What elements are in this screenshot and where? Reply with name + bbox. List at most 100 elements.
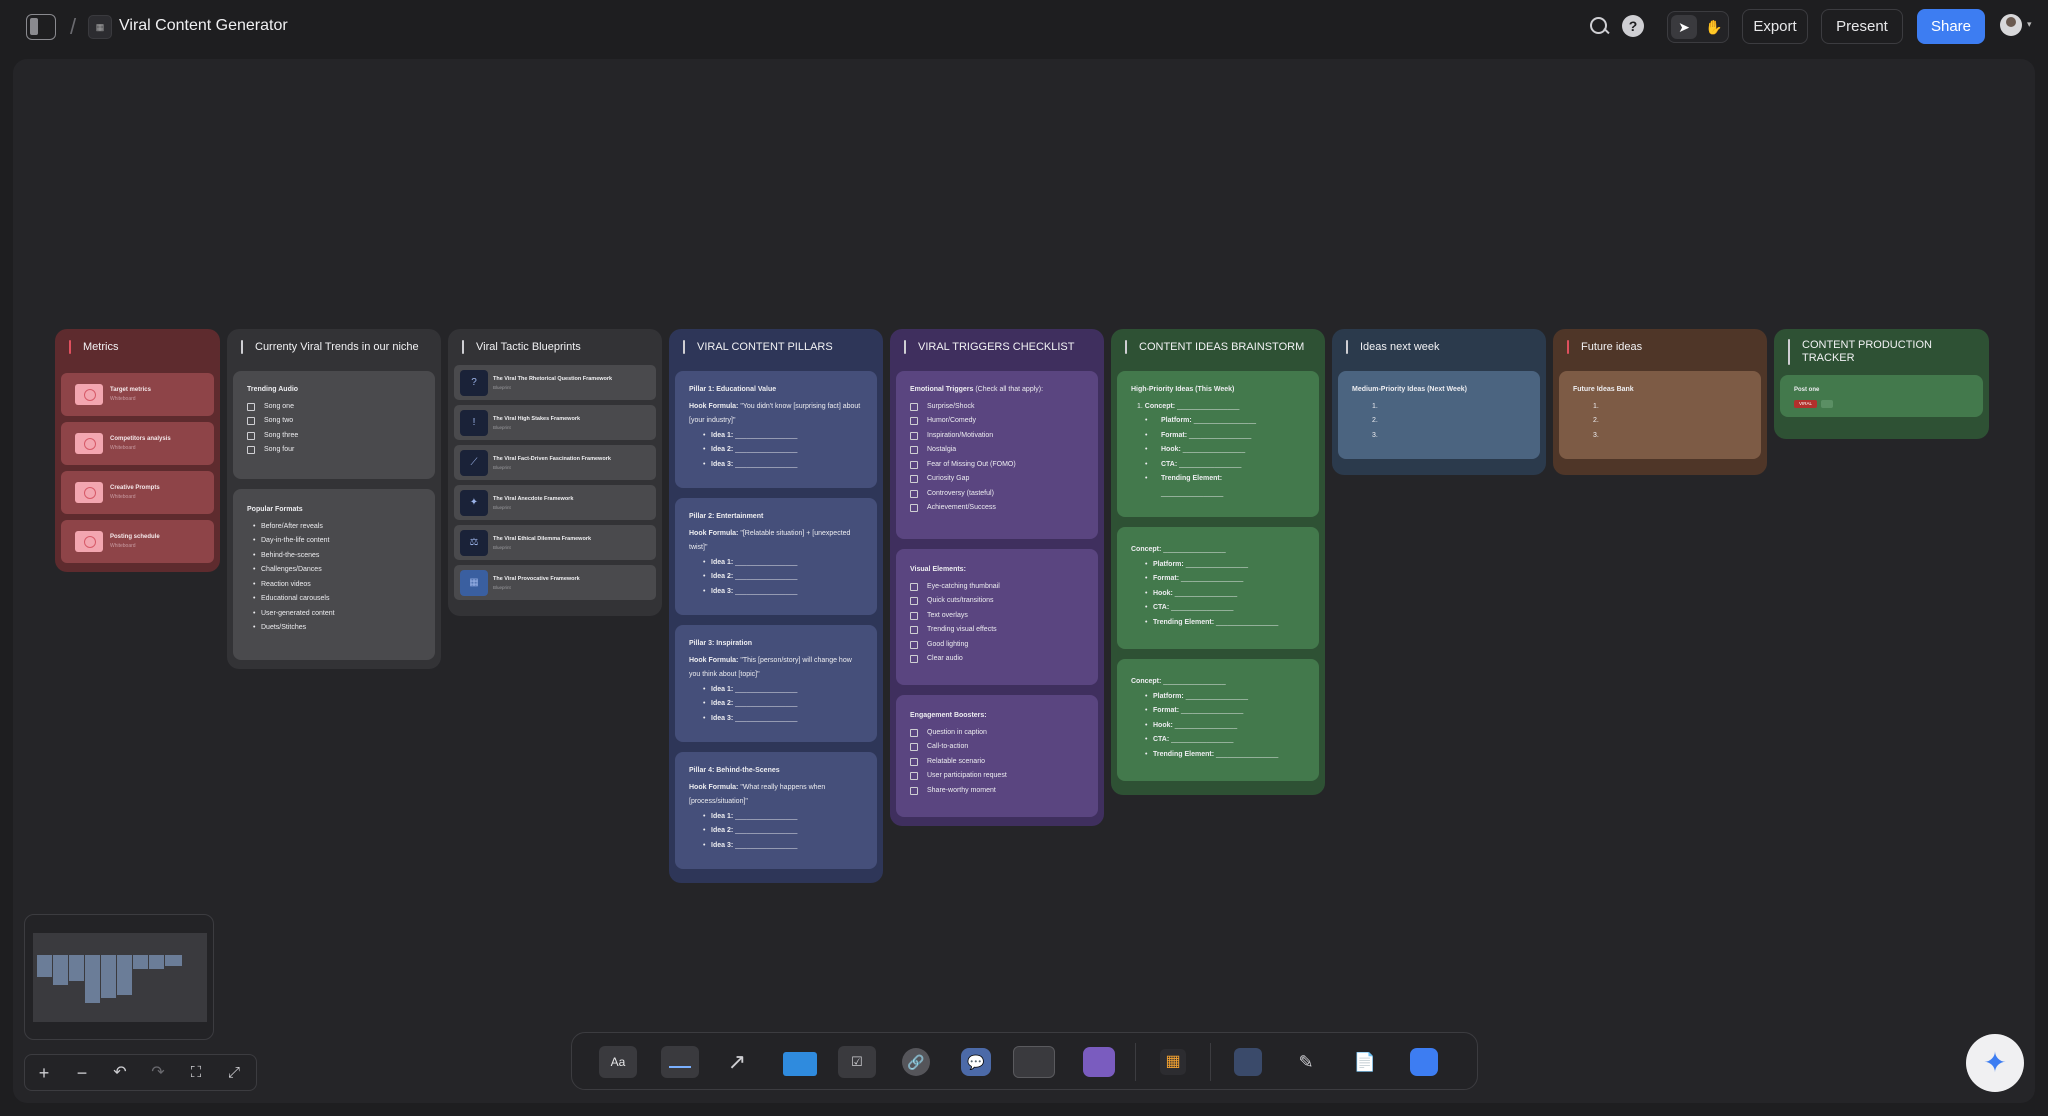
arrow-tool-icon[interactable]: ↗ bbox=[718, 1046, 756, 1078]
checklist-item[interactable]: Song three bbox=[247, 429, 421, 444]
checklist-item[interactable]: Eye-catching thumbnail bbox=[910, 580, 1084, 595]
checklist-item[interactable]: Call-to-action bbox=[910, 740, 1084, 755]
field-label: CTA: bbox=[1153, 736, 1170, 743]
folder-icon bbox=[75, 433, 103, 454]
checklist-item[interactable]: User participation request bbox=[910, 769, 1084, 784]
checklist-item[interactable]: Song two bbox=[247, 414, 421, 429]
checklist-item[interactable]: Achievement/Success bbox=[910, 501, 1084, 516]
pillar-card[interactable]: Pillar 2: Entertainment Hook Formula: "[… bbox=[675, 498, 877, 615]
shape-tool-icon[interactable] bbox=[1406, 1046, 1444, 1078]
checklist-item[interactable]: Clear audio bbox=[910, 652, 1084, 667]
whiteboard-item[interactable]: Posting schedule Whiteboard bbox=[61, 520, 214, 563]
minimap[interactable] bbox=[24, 914, 214, 1040]
text-tool-icon[interactable]: Aa bbox=[599, 1046, 637, 1078]
widget-tool-icon[interactable] bbox=[1230, 1046, 1268, 1078]
blueprint-item[interactable]: ⟋ The Viral Fact-Driven Fascination Frame… bbox=[454, 445, 656, 480]
checklist-item[interactable]: Curiosity Gap bbox=[910, 472, 1084, 487]
card-note: (Check all that apply): bbox=[973, 386, 1044, 393]
checklist-item[interactable]: Humor/Comedy bbox=[910, 414, 1084, 429]
column-next-week[interactable]: Ideas next week Medium-Priority Ideas (N… bbox=[1332, 329, 1546, 475]
document-tool-icon[interactable]: 📄 bbox=[1346, 1046, 1384, 1078]
column-future-ideas[interactable]: Future ideas Future Ideas Bank 1. 2. 3. bbox=[1553, 329, 1767, 475]
pillar-card[interactable]: Pillar 1: Educational Value Hook Formula… bbox=[675, 371, 877, 488]
blueprint-item[interactable]: ! The Viral High Stakes Framework Blueprin… bbox=[454, 405, 656, 440]
pillar-card[interactable]: Pillar 4: Behind-the-Scenes Hook Formula… bbox=[675, 752, 877, 869]
crop-icon[interactable]: ⛶ bbox=[184, 1061, 208, 1085]
column-trends[interactable]: Currenty Viral Trends in our niche Trend… bbox=[227, 329, 441, 669]
image-tool-icon[interactable] bbox=[1081, 1046, 1119, 1078]
emotional-triggers-card[interactable]: Emotional Triggers (Check all that apply… bbox=[896, 371, 1098, 539]
chevron-down-icon[interactable]: ▾ bbox=[2027, 19, 2032, 30]
concept-card[interactable]: Concept: ________________ Platform: ____… bbox=[1117, 659, 1319, 781]
column-accent-bar bbox=[241, 340, 243, 354]
field-label: Hook: bbox=[1153, 589, 1173, 597]
sticky-note-tool-icon[interactable] bbox=[661, 1046, 699, 1078]
card-title: Pillar 4: Behind-the-Scenes bbox=[689, 767, 780, 774]
undo-icon[interactable]: ↶ bbox=[108, 1061, 132, 1085]
zoom-in-icon[interactable]: + bbox=[32, 1061, 56, 1085]
whiteboard-item[interactable]: Competitors analysis Whiteboard bbox=[61, 422, 214, 465]
checklist-tool-icon[interactable]: ☑ bbox=[838, 1046, 876, 1078]
high-priority-card[interactable]: High-Priority Ideas (This Week) 1. Conce… bbox=[1117, 371, 1319, 517]
redo-icon[interactable]: ↷ bbox=[146, 1061, 170, 1085]
sidebar-toggle-icon[interactable] bbox=[26, 14, 56, 40]
checklist-item[interactable]: Song one bbox=[247, 400, 421, 415]
concept-card[interactable]: Concept: ________________ Platform: ____… bbox=[1117, 527, 1319, 649]
column-triggers[interactable]: VIRAL TRIGGERS CHECKLIST Emotional Trigg… bbox=[890, 329, 1104, 826]
checklist-item[interactable]: Surprise/Shock bbox=[910, 400, 1084, 415]
checklist-item[interactable]: Text overlays bbox=[910, 609, 1084, 624]
link-tool-icon[interactable]: 🔗 bbox=[898, 1046, 936, 1078]
comment-tool-icon[interactable]: 💬 bbox=[959, 1046, 997, 1078]
hand-tool-icon[interactable]: ✋ bbox=[1701, 15, 1727, 39]
column-production-tracker[interactable]: CONTENT PRODUCTION TRACKER Post one VIRA… bbox=[1774, 329, 1989, 439]
checklist-item[interactable]: Relatable scenario bbox=[910, 755, 1084, 770]
blueprint-item[interactable]: ✦ The Viral Anecdote Framework Blueprint bbox=[454, 485, 656, 520]
ai-assistant-button[interactable] bbox=[1966, 1034, 2024, 1092]
export-button[interactable]: Export bbox=[1742, 9, 1808, 44]
list-number: 2. bbox=[1372, 417, 1378, 424]
checklist-item[interactable]: Trending visual effects bbox=[910, 623, 1084, 638]
checklist-item[interactable]: Good lighting bbox=[910, 638, 1084, 653]
search-icon[interactable] bbox=[1586, 14, 1612, 40]
folder-tool-icon[interactable] bbox=[781, 1046, 819, 1078]
blueprint-item[interactable]: ▦ The Viral Provocative Framework Blueprin… bbox=[454, 565, 656, 600]
medium-priority-card[interactable]: Medium-Priority Ideas (Next Week) 1. 2. … bbox=[1338, 371, 1540, 459]
column-brainstorm[interactable]: CONTENT IDEAS BRAINSTORM High-Priority I… bbox=[1111, 329, 1325, 795]
checklist-item[interactable]: Nostalgia bbox=[910, 443, 1084, 458]
pen-tool-icon[interactable]: ✎ bbox=[1287, 1046, 1325, 1078]
trending-audio-card[interactable]: Trending Audio Song one Song two Song th… bbox=[233, 371, 435, 479]
board-title[interactable]: Viral Content Generator bbox=[119, 17, 288, 35]
column-accent-bar bbox=[1567, 340, 1569, 354]
checklist-item[interactable]: Fear of Missing Out (FOMO) bbox=[910, 458, 1084, 473]
checklist-item[interactable]: Share-worthy moment bbox=[910, 784, 1084, 799]
present-button[interactable]: Present bbox=[1821, 9, 1903, 44]
blueprint-item[interactable]: ⚖ The Viral Ethical Dilemma Framework Blue… bbox=[454, 525, 656, 560]
blueprint-item[interactable]: ? The Viral The Rhetorical Question Frame… bbox=[454, 365, 656, 400]
future-ideas-card[interactable]: Future Ideas Bank 1. 2. 3. bbox=[1559, 371, 1761, 459]
blank-line: ________________ bbox=[735, 431, 798, 439]
whiteboard-item[interactable]: Target metrics Whiteboard bbox=[61, 373, 214, 416]
pillar-card[interactable]: Pillar 3: Inspiration Hook Formula: "Thi… bbox=[675, 625, 877, 742]
column-pillars[interactable]: VIRAL CONTENT PILLARS Pillar 1: Educatio… bbox=[669, 329, 883, 883]
post-card[interactable]: Post one VIRAL bbox=[1780, 375, 1983, 417]
checklist-item[interactable]: Question in caption bbox=[910, 726, 1084, 741]
column-blueprints[interactable]: Viral Tactic Blueprints ? The Viral The R… bbox=[448, 329, 662, 616]
apps-grid-icon[interactable]: ▦ bbox=[1155, 1046, 1193, 1078]
checklist-item[interactable]: Quick cuts/transitions bbox=[910, 594, 1084, 609]
avatar[interactable] bbox=[2000, 14, 2022, 36]
checklist-item[interactable]: Inspiration/Motivation bbox=[910, 429, 1084, 444]
checklist-item[interactable]: Song four bbox=[247, 443, 421, 458]
zoom-out-icon[interactable]: − bbox=[70, 1061, 94, 1085]
share-button[interactable]: Share bbox=[1917, 9, 1985, 44]
popular-formats-card[interactable]: Popular Formats Before/After reveals Day… bbox=[233, 489, 435, 660]
whiteboard-item[interactable]: Creative Prompts Whiteboard bbox=[61, 471, 214, 514]
engagement-boosters-card[interactable]: Engagement Boosters: Question in caption… bbox=[896, 695, 1098, 817]
pointer-tool-icon[interactable]: ➤ bbox=[1671, 15, 1697, 39]
fullscreen-icon[interactable]: ⤢ bbox=[222, 1061, 246, 1085]
card-title: Trending Audio bbox=[247, 386, 299, 393]
table-tool-icon[interactable] bbox=[1013, 1046, 1055, 1078]
column-metrics[interactable]: Metrics Target metrics Whiteboard Competi… bbox=[55, 329, 220, 572]
help-icon[interactable]: ? bbox=[1622, 15, 1644, 37]
checklist-item[interactable]: Controversy (tasteful) bbox=[910, 487, 1084, 502]
visual-elements-card[interactable]: Visual Elements: Eye-catching thumbnail … bbox=[896, 549, 1098, 685]
